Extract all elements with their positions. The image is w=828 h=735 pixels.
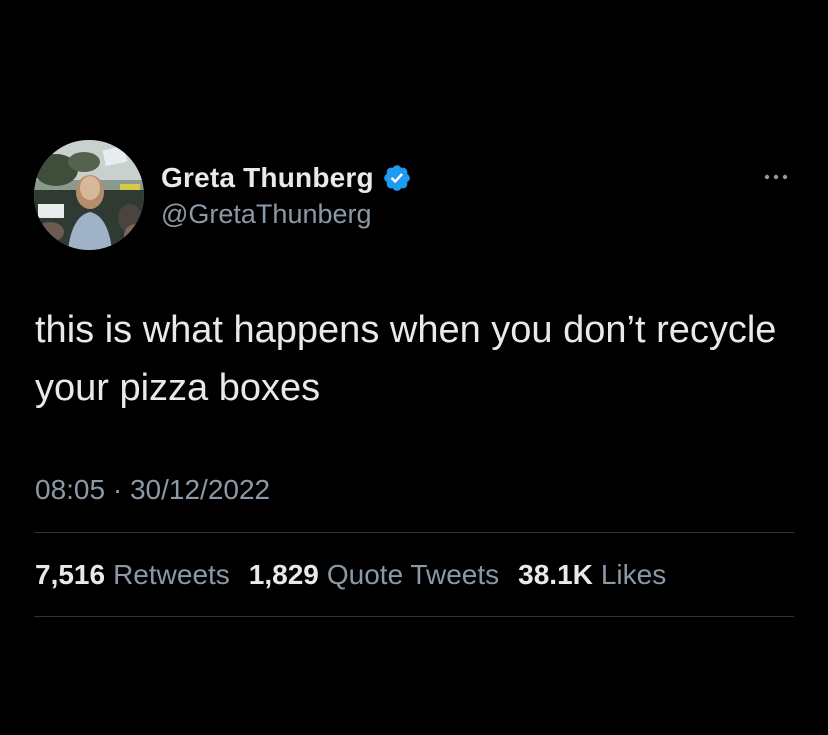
display-name[interactable]: Greta Thunberg xyxy=(161,162,374,194)
tweet-time[interactable]: 08:05 xyxy=(35,474,105,505)
retweets-stat[interactable]: 7,516 Retweets xyxy=(35,555,230,595)
divider xyxy=(34,532,794,533)
more-options-icon[interactable] xyxy=(758,165,794,189)
author-handle[interactable]: @GretaThunberg xyxy=(161,199,372,230)
avatar[interactable] xyxy=(34,140,144,250)
retweets-label: Retweets xyxy=(113,559,230,590)
likes-label: Likes xyxy=(600,559,667,590)
likes-count: 38.1K xyxy=(518,559,593,590)
author-row: Greta Thunberg xyxy=(161,160,412,196)
tweet-date[interactable]: 30/12/2022 xyxy=(130,474,270,505)
timestamp-separator: · xyxy=(112,474,123,505)
quote-tweets-label: Quote Tweets xyxy=(326,559,500,590)
likes-stat[interactable]: 38.1K Likes xyxy=(518,555,666,595)
quote-tweets-stat[interactable]: 1,829 Quote Tweets xyxy=(249,555,499,595)
tweet-timestamp: 08:05 · 30/12/2022 xyxy=(35,470,270,510)
verified-badge-icon xyxy=(382,163,412,193)
engagement-stats: 7,516 Retweets 1,829 Quote Tweets 38.1K Lik… xyxy=(35,555,685,595)
divider xyxy=(34,616,794,617)
quote-tweets-count: 1,829 xyxy=(248,559,319,590)
avatar-photo xyxy=(34,140,144,250)
tweet-text: this is what happens when you don’t recy… xyxy=(35,309,777,409)
retweets-count: 7,516 xyxy=(35,559,106,590)
tweet-card: Greta Thunberg @GretaThunberg this is wh… xyxy=(0,0,828,735)
